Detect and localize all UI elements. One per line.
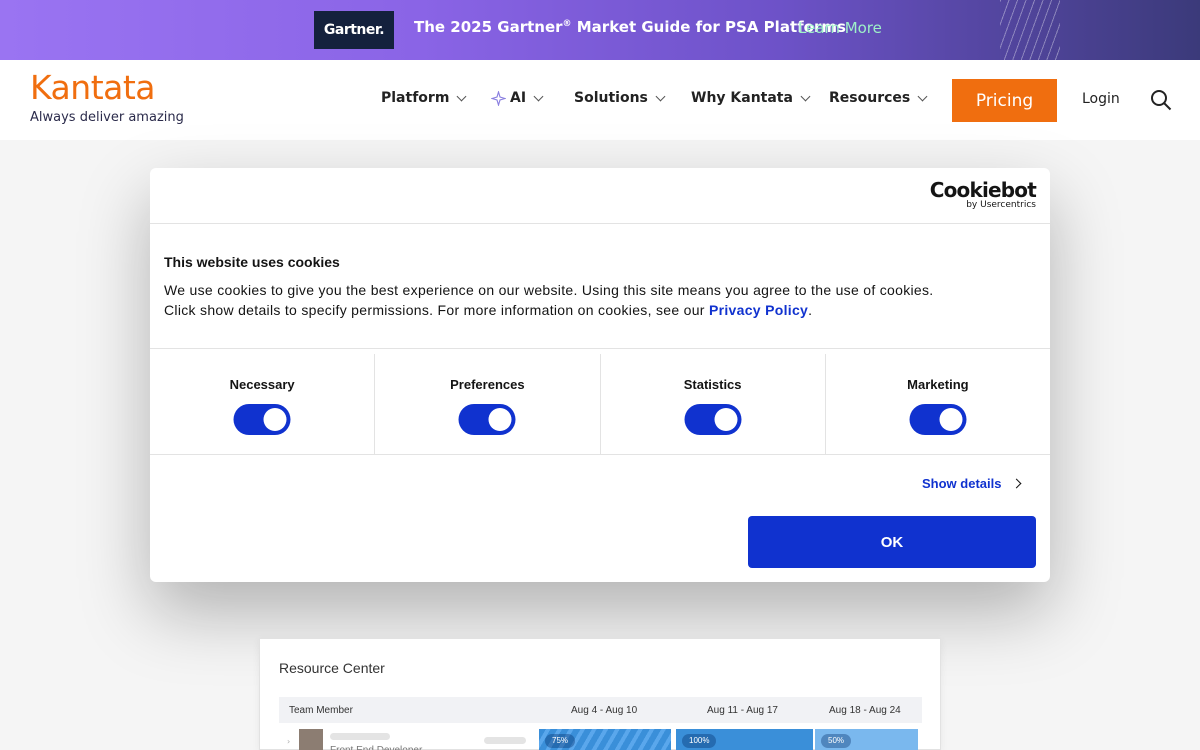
learn-more-link[interactable]: Learn More	[798, 19, 882, 37]
login-link[interactable]: Login	[1082, 91, 1120, 107]
category-label: Necessary	[229, 377, 295, 392]
category-preferences: Preferences	[375, 354, 601, 454]
announcement-banner: Gartner. The 2025 Gartner® Market Guide …	[0, 0, 1200, 60]
gartner-logo: Gartner.	[314, 11, 394, 49]
allocation-bar: 100%	[676, 729, 813, 750]
show-details-link[interactable]: Show details	[922, 476, 1022, 491]
kantata-logo[interactable]: Kantata	[30, 68, 156, 107]
logo-tagline: Always deliver amazing	[30, 110, 184, 125]
category-label: Marketing	[907, 377, 969, 392]
avatar	[299, 729, 323, 750]
toggle-knob	[939, 408, 963, 431]
dialog-description: We use cookies to give you the best expe…	[164, 280, 944, 320]
role-label: Front End Developer	[330, 745, 422, 750]
dialog-header: Cookiebot by Usercentrics	[150, 168, 1050, 224]
chevron-down-icon	[533, 91, 544, 101]
chevron-down-icon	[917, 91, 928, 101]
allocation-percent: 50%	[821, 734, 852, 748]
show-details-label: Show details	[922, 476, 1002, 491]
banner-decoration	[1000, 0, 1060, 60]
banner-headline: The 2025 Gartner® Market Guide for PSA P…	[414, 18, 846, 36]
nav-why-kantata-label: Why Kantata	[691, 90, 793, 106]
column-header: Aug 18 - Aug 24	[829, 705, 901, 716]
nav-platform[interactable]: Platform	[381, 90, 467, 106]
pricing-button[interactable]: Pricing	[952, 79, 1057, 122]
toggle-knob	[714, 408, 738, 431]
placeholder-bar	[330, 733, 390, 740]
allocation-bar: 75%	[539, 729, 671, 750]
dialog-title: This website uses cookies	[164, 254, 340, 270]
search-icon[interactable]	[1150, 89, 1172, 111]
dialog-body: This website uses cookies We use cookies…	[164, 254, 944, 320]
column-header: Team Member	[289, 705, 353, 716]
column-header: Aug 11 - Aug 17	[707, 705, 778, 716]
chevron-down-icon	[456, 91, 467, 101]
cookiebot-logo: Cookiebot by Usercentrics	[929, 178, 1037, 210]
chevron-right-icon	[1012, 478, 1022, 489]
category-necessary: Necessary	[150, 354, 376, 454]
preferences-toggle[interactable]	[458, 404, 516, 435]
banner-headline-pre: The 2025 Gartner	[414, 18, 563, 36]
toggle-knob	[263, 408, 287, 431]
cookiebot-brand: Cookiebot	[929, 178, 1037, 202]
preview-title: Resource Center	[279, 660, 385, 676]
marketing-toggle[interactable]	[909, 404, 967, 435]
site-header: Kantata Always deliver amazing Platform …	[0, 60, 1200, 140]
nav-ai-label: AI	[510, 90, 527, 106]
statistics-toggle[interactable]	[684, 404, 742, 435]
nav-platform-label: Platform	[381, 90, 450, 106]
ok-button[interactable]: OK	[748, 516, 1036, 568]
nav-resources[interactable]: Resources	[829, 90, 928, 106]
necessary-toggle[interactable]	[233, 404, 291, 435]
category-label: Preferences	[450, 377, 525, 392]
toggle-knob	[488, 408, 512, 431]
table-row: › Front End Developer 75% 100% 50%	[279, 727, 922, 750]
chevron-down-icon	[800, 91, 811, 101]
privacy-policy-link[interactable]: Privacy Policy	[709, 302, 808, 318]
category-marketing: Marketing	[826, 354, 1050, 454]
nav-solutions-label: Solutions	[574, 90, 648, 106]
allocation-bar: 50%	[815, 729, 918, 750]
resource-center-preview: Resource Center Team Member Aug 4 - Aug …	[259, 638, 941, 750]
dialog-description-end: .	[808, 302, 813, 318]
nav-solutions[interactable]: Solutions	[574, 90, 666, 106]
nav-ai[interactable]: AI	[491, 90, 544, 106]
nav-why-kantata[interactable]: Why Kantata	[691, 90, 811, 106]
placeholder-bar	[484, 737, 526, 744]
chevron-down-icon	[655, 91, 666, 101]
preview-table-header: Team Member Aug 4 - Aug 10 Aug 11 - Aug …	[279, 697, 922, 723]
allocation-percent: 100%	[682, 734, 717, 748]
nav-resources-label: Resources	[829, 90, 911, 106]
cookie-consent-dialog: Cookiebot by Usercentrics This website u…	[150, 168, 1050, 582]
cookie-categories: Necessary Preferences Statistics Marketi…	[150, 348, 1050, 455]
category-label: Statistics	[683, 377, 742, 392]
column-header: Aug 4 - Aug 10	[571, 705, 638, 716]
banner-headline-registered: ®	[562, 19, 572, 29]
dialog-description-text: We use cookies to give you the best expe…	[164, 282, 934, 318]
sparkle-icon	[491, 90, 506, 106]
category-statistics: Statistics	[601, 354, 826, 454]
allocation-percent: 75%	[545, 734, 576, 748]
expand-arrow-icon: ›	[287, 737, 291, 746]
